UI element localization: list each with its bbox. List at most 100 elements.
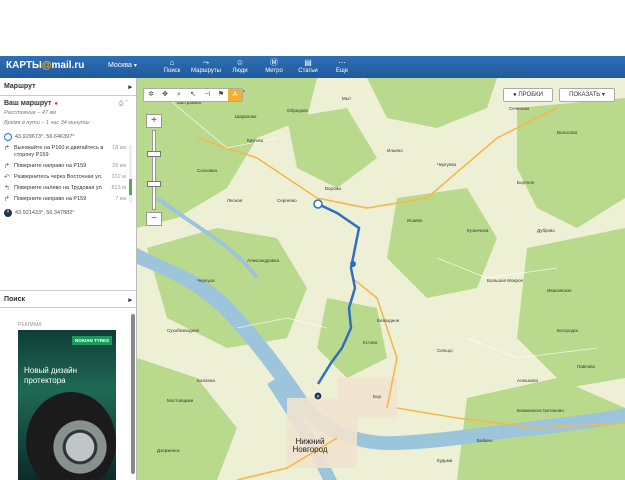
blank-top-area [0, 0, 625, 56]
nav-metro[interactable]: Ⓜ Метро [257, 57, 291, 74]
straight-arrow-icon: ↱ [4, 145, 10, 152]
nav-people[interactable]: ☺ Люди [223, 57, 257, 74]
route-step[interactable]: ↱ Поверните направо на Р159 26 км [4, 163, 126, 170]
route-time: Время в пути – 1 час 34 минуты [4, 120, 90, 126]
turn-right-icon: ↱ [4, 196, 10, 203]
flag-icon[interactable]: ⚑ [214, 89, 228, 101]
search-section-header[interactable]: Поиск ▸ [0, 290, 136, 308]
people-icon: ☺ [235, 58, 245, 67]
show-dropdown[interactable]: ПОКАЗАТЬ ▾ [559, 88, 615, 102]
settings-icon[interactable]: ✲ [144, 89, 158, 101]
map-label: Сосновка [197, 168, 217, 173]
advertisement-banner[interactable]: NOKIAN TYRES Новый дизайн протектора [18, 330, 116, 480]
svg-text:×: × [316, 395, 320, 401]
city-selector[interactable]: Москва ▾ [108, 62, 137, 69]
map-label: Лесная [227, 198, 243, 203]
chevron-down-icon: ▾ [600, 92, 605, 98]
map-label: Обрадово [287, 108, 309, 113]
pin-icon: ● [54, 101, 59, 107]
city-label: Нижний Новгород [292, 437, 328, 454]
print-icon[interactable]: ⎙ [119, 101, 124, 107]
ruler-icon[interactable]: ⊣ [200, 89, 214, 101]
map-label: Ильино [387, 148, 403, 153]
sidebar: Маршрут ▸ Ваш маршрут ● ⎙ ⌃ Расстояние – 4… [0, 78, 137, 480]
metro-icon: Ⓜ [270, 58, 278, 67]
zoom-handle[interactable] [147, 151, 161, 157]
logo[interactable]: КАРТЫ@mail.ru [6, 60, 84, 71]
sidebar-scrollbar[interactable] [131, 314, 135, 474]
route-icon: ⤳ [202, 58, 210, 67]
map-view[interactable]: × Бастраково Пустынь Обрадово Шарапово М… [137, 78, 625, 480]
collapse-icon[interactable]: ⌃ [125, 101, 128, 107]
ad-label: РЕКЛАМА [18, 322, 42, 328]
map-label: Кудьма [437, 458, 453, 463]
route-waypoint [350, 261, 356, 267]
zoom-mark [147, 181, 161, 187]
map-label: Александровка [247, 258, 279, 263]
articles-icon: ▤ [304, 58, 312, 67]
map-label: Павлово [577, 364, 596, 369]
map-label: Кстово [363, 340, 378, 345]
route-section-header[interactable]: Маршрут ▸ [0, 78, 136, 96]
top-bar: КАРТЫ@mail.ru Москва ▾ ⌂ Поиск ⤳ Маршруты ☺… [0, 56, 625, 78]
map-label: Кузнечиха [467, 228, 489, 233]
u-turn-icon: ↶ [4, 174, 10, 181]
route-step[interactable]: ↰ Поверните налево на Трудовая ул. 813 м [4, 185, 126, 192]
route-start-marker [313, 199, 323, 209]
search-icon[interactable]: ⌕ [172, 89, 186, 101]
traffic-button[interactable]: ● ПРОБКИ [503, 88, 553, 102]
map-label: Богородск [557, 328, 579, 333]
zoom-slider[interactable] [147, 130, 161, 210]
map-label: Безводное [377, 318, 400, 323]
route-distance: Расстояние – 47 км [4, 110, 56, 116]
nav-search[interactable]: ⌂ Поиск [155, 57, 189, 74]
map-toolbar: ✲ ✥ ⌕ ↖ ⊣ ⚑ A [143, 88, 243, 102]
route-panel: Ваш маршрут ● ⎙ ⌃ Расстояние – 47 км Врем… [0, 96, 136, 221]
nav-articles[interactable]: ▤ Статьи [291, 57, 325, 74]
map-label: Кругово [247, 138, 264, 143]
map-label: Сухобезводное [167, 328, 200, 333]
turn-left-icon: ↰ [4, 185, 10, 192]
main-nav: ⌂ Поиск ⤳ Маршруты ☺ Люди Ⓜ Метро ▤ Статьи ⋯ Е… [155, 57, 359, 74]
map-label: Дуброво [537, 228, 555, 233]
move-icon[interactable]: ✥ [158, 89, 172, 101]
turn-right-icon: ↱ [4, 163, 10, 170]
start-point[interactable]: 43.929673°, 56.646397° [4, 133, 132, 141]
chevron-right-icon: ▸ [128, 297, 132, 304]
route-title: Ваш маршрут ● [4, 100, 59, 107]
map-label: Мостовщики [167, 398, 194, 403]
map-label: Бор [373, 394, 381, 399]
route-step[interactable]: ↱ Выезжайте на Р160 и двигайтесь в сторон… [4, 145, 126, 159]
map-label: Сергеево [277, 198, 297, 203]
map-label: Сеченово [509, 106, 530, 111]
route-step[interactable]: ↱ Поверните направо на Р159 7 км [4, 196, 126, 203]
ad-brand-logo: NOKIAN TYRES [71, 336, 112, 345]
home-icon: ⌂ [169, 58, 175, 67]
map-label: Большое Мокрое [487, 278, 523, 283]
route-tool-icon[interactable]: A [228, 89, 242, 101]
map-label: Ближнеконстантиново [517, 408, 564, 413]
map-label: Мыт [342, 96, 352, 101]
tire-image [26, 392, 116, 480]
map-label: Шарапово [235, 114, 257, 119]
map-label: Исаево [407, 218, 423, 223]
zoom-control: + − [146, 114, 162, 226]
route-step[interactable]: ↶ Развернитесь через Восточная ул. 312 м [4, 174, 126, 181]
map-label: Бабино [477, 438, 493, 443]
chevron-right-icon: ▸ [128, 84, 132, 91]
map-label: Чиргуево [437, 162, 457, 167]
end-point[interactable]: × 43.921433°, 56.347882° [4, 209, 132, 217]
more-icon: ⋯ [338, 58, 346, 67]
nav-more[interactable]: ⋯ Еще [325, 57, 359, 74]
ad-headline: Новый дизайн протектора [24, 366, 78, 385]
map-label: Сельцо [437, 348, 453, 353]
nav-routes[interactable]: ⤳ Маршруты [189, 57, 223, 74]
zoom-in-button[interactable]: + [146, 114, 162, 128]
steps-scrollbar[interactable] [129, 145, 132, 203]
end-marker-icon: × [4, 209, 12, 217]
map-label: Ивановское [547, 288, 572, 293]
route-tools: ⎙ ⌃ [119, 101, 128, 108]
zoom-out-button[interactable]: − [146, 212, 162, 226]
map-label: Чернуха [197, 278, 215, 283]
pointer-icon[interactable]: ↖ [186, 89, 200, 101]
